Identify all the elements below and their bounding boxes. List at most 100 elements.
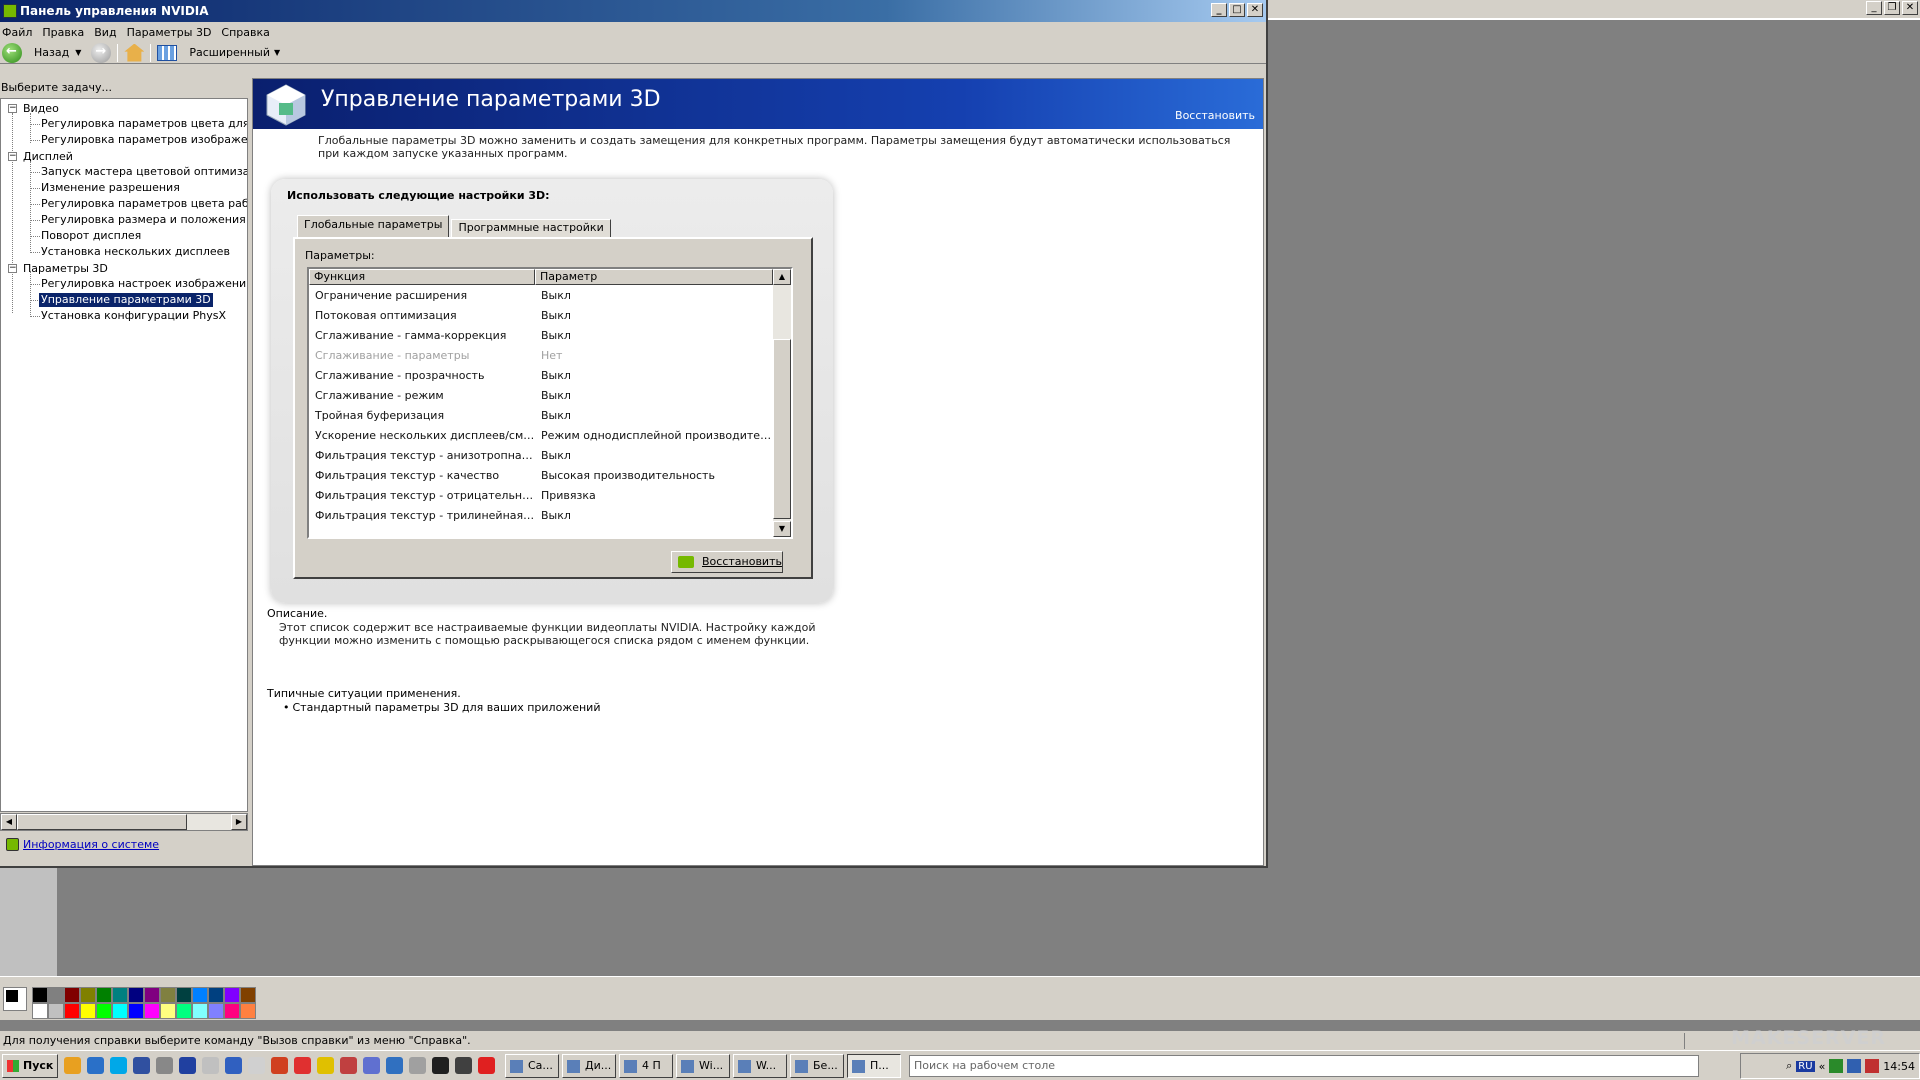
home-icon[interactable]	[124, 43, 145, 62]
scroll-down-icon[interactable]: ▼	[773, 521, 791, 537]
back-dropdown-icon[interactable]: ▼	[75, 48, 81, 57]
scroll-thumb[interactable]	[17, 814, 187, 830]
palette-swatch[interactable]	[192, 1003, 208, 1019]
palette-swatch[interactable]	[96, 1003, 112, 1019]
palette-swatch[interactable]	[176, 987, 192, 1003]
list-vertical-scrollbar[interactable]: ▲ ▼	[773, 269, 791, 537]
app-icon[interactable]	[409, 1057, 426, 1074]
minimize-icon[interactable]: _	[1866, 1, 1882, 15]
tree-item-manage-3d[interactable]: Управление параметрами 3D	[39, 293, 213, 307]
search-icon[interactable]: ⌕	[1786, 1059, 1792, 1073]
menu-file[interactable]: Файл	[0, 26, 40, 39]
palette-swatch[interactable]	[48, 1003, 64, 1019]
tree-item-desktop-color[interactable]: Регулировка параметров цвета рабочег	[41, 197, 247, 211]
table-row[interactable]: Фильтрация текстур - отрицательное о... П…	[309, 485, 773, 505]
row-value[interactable]: Выкл	[535, 309, 773, 322]
task-button[interactable]: Са...	[505, 1053, 559, 1078]
palette-swatch[interactable]	[160, 1003, 176, 1019]
desktop-search-input[interactable]: Поиск на рабочем столе	[909, 1054, 1699, 1077]
browser-icon[interactable]	[64, 1057, 81, 1074]
system-info-link[interactable]: Информация о системе	[6, 838, 159, 851]
collapse-icon[interactable]: −	[8, 152, 17, 161]
palette-swatch[interactable]	[128, 1003, 144, 1019]
collapse-icon[interactable]: −	[8, 104, 17, 113]
table-row[interactable]: Ограничение расширения Выкл	[309, 285, 773, 305]
tree-group-video[interactable]: Видео	[23, 102, 59, 116]
save-icon[interactable]	[133, 1057, 150, 1074]
palette-swatch[interactable]	[208, 1003, 224, 1019]
forward-arrow-icon[interactable]	[91, 42, 112, 63]
task-button[interactable]: Ди...	[562, 1053, 616, 1078]
tab-global-settings[interactable]: Глобальные параметры	[297, 215, 450, 237]
task-button[interactable]: Бе...	[790, 1053, 844, 1078]
opera-icon[interactable]	[478, 1057, 495, 1074]
close-icon[interactable]: ✕	[1902, 1, 1918, 15]
palette-swatch[interactable]	[144, 1003, 160, 1019]
palette-swatch[interactable]	[144, 987, 160, 1003]
table-row[interactable]: Сглаживание - прозрачность Выкл	[309, 365, 773, 385]
table-row[interactable]: Фильтрация текстур - трилинейная опт... В…	[309, 505, 773, 525]
table-row[interactable]: Потоковая оптимизация Выкл	[309, 305, 773, 325]
table-row[interactable]: Сглаживание - режим Выкл	[309, 385, 773, 405]
task-button-active[interactable]: П...	[847, 1053, 901, 1078]
task-button[interactable]: 4 П	[619, 1053, 673, 1078]
palette-swatch[interactable]	[176, 1003, 192, 1019]
minimize-icon[interactable]: _	[1211, 3, 1227, 17]
palette-swatch[interactable]	[112, 1003, 128, 1019]
menu-edit[interactable]: Правка	[40, 26, 92, 39]
app-icon[interactable]	[317, 1057, 334, 1074]
row-value[interactable]: Выкл	[535, 409, 773, 422]
window-titlebar[interactable]: Панель управления NVIDIA _ □ ✕	[0, 0, 1266, 22]
tray-app-icon[interactable]	[1865, 1059, 1880, 1073]
row-value[interactable]: Выкл	[535, 369, 773, 382]
palette-swatch[interactable]	[128, 987, 144, 1003]
tree-item-multi-display[interactable]: Установка нескольких дисплеев	[41, 245, 230, 259]
app-icon[interactable]	[294, 1057, 311, 1074]
app-icon[interactable]	[179, 1057, 196, 1074]
task-button[interactable]: Wi...	[676, 1053, 730, 1078]
table-row[interactable]: Фильтрация текстур - анизотропная оп... В…	[309, 445, 773, 465]
skype-icon[interactable]	[110, 1057, 127, 1074]
clock[interactable]: 14:54	[1883, 1060, 1915, 1073]
tree-item-3d-image-settings[interactable]: Регулировка настроек изображения с пр	[41, 277, 247, 291]
menu-help[interactable]: Справка	[219, 26, 277, 39]
tree-group-3d[interactable]: Параметры 3D	[23, 262, 108, 276]
tray-app-icon[interactable]	[1847, 1059, 1862, 1073]
tree-item-physx[interactable]: Установка конфигурации PhysX	[41, 309, 226, 323]
tree-item-video-color[interactable]: Регулировка параметров цвета для вид	[41, 117, 247, 131]
row-value[interactable]: Выкл	[535, 509, 773, 522]
palette-swatch[interactable]	[32, 1003, 48, 1019]
language-indicator[interactable]: RU	[1796, 1060, 1815, 1072]
menu-view[interactable]: Вид	[92, 26, 124, 39]
palette-swatch[interactable]	[48, 987, 64, 1003]
tray-expand-icon[interactable]: «	[1819, 1060, 1826, 1073]
scroll-right-icon[interactable]: ▶	[231, 814, 247, 830]
tree-item-video-image[interactable]: Регулировка параметров изображения д	[41, 133, 247, 147]
palette-swatch[interactable]	[160, 987, 176, 1003]
row-value[interactable]: Высокая производительность	[535, 469, 773, 482]
restore-icon[interactable]: ❐	[1884, 1, 1900, 15]
restore-button[interactable]: Восстановить	[671, 551, 783, 573]
palette-swatch[interactable]	[240, 1003, 256, 1019]
scroll-left-icon[interactable]: ◀	[1, 814, 17, 830]
table-row[interactable]: Тройная буферизация Выкл	[309, 405, 773, 425]
view-mode-label[interactable]: Расширенный	[189, 46, 270, 59]
view-mode-icon[interactable]	[157, 44, 178, 61]
palette-swatch[interactable]	[224, 987, 240, 1003]
back-arrow-icon[interactable]	[2, 42, 22, 63]
row-value[interactable]: Выкл	[535, 329, 773, 342]
palette-swatch[interactable]	[240, 987, 256, 1003]
column-header-setting[interactable]: Параметр	[535, 269, 773, 285]
tree-group-display[interactable]: Дисплей	[23, 150, 73, 164]
palette-swatch[interactable]	[192, 987, 208, 1003]
tray-app-icon[interactable]	[1829, 1059, 1844, 1073]
tree-item-resolution[interactable]: Изменение разрешения	[41, 181, 180, 195]
palette-swatch[interactable]	[80, 1003, 96, 1019]
app-icon[interactable]	[271, 1057, 288, 1074]
table-row[interactable]: Сглаживание - гамма-коррекция Выкл	[309, 325, 773, 345]
row-value[interactable]: Выкл	[535, 449, 773, 462]
start-button[interactable]: Пуск	[2, 1053, 58, 1078]
current-colors[interactable]	[3, 987, 27, 1011]
palette-swatch[interactable]	[96, 987, 112, 1003]
scroll-up-icon[interactable]: ▲	[773, 269, 791, 285]
